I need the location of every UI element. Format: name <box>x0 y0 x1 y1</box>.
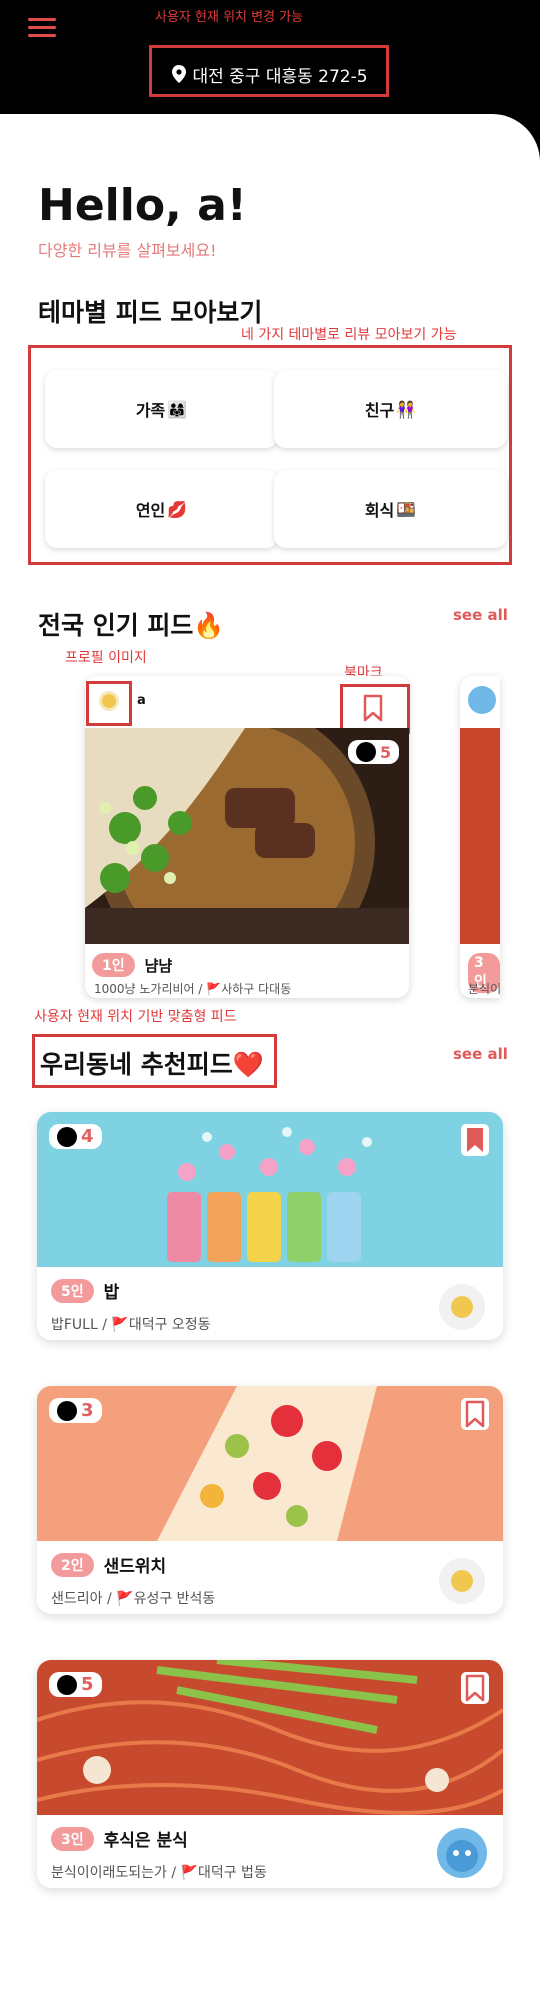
theme-company-dinner[interactable]: 회식 🍱 <box>274 470 507 548</box>
friends-emoji-icon: 👭 <box>396 399 417 419</box>
like-dot-icon <box>57 1674 77 1695</box>
local-card-meta: 분식이이래도되는가 / 🚩대덕구 법동 <box>51 1865 267 1881</box>
people-tag: 2인 <box>51 1552 94 1577</box>
local-card-title: 2인 샌드위치 <box>51 1552 166 1577</box>
popular-section-title: 전국 인기 피드🔥 <box>38 611 225 640</box>
hand-wave-icon <box>451 1296 473 1318</box>
local-feed-card[interactable]: 3 2인 샌드위치 샌드리아 / 🚩유성구 반석동 <box>37 1386 503 1614</box>
author-avatar[interactable] <box>439 1558 485 1604</box>
local-feed-card[interactable]: 4 5인 밥 밥FULL / 🚩대덕구 오정동 <box>37 1112 503 1340</box>
location-text: 대전 중구 대흥동 272-5 <box>192 66 368 87</box>
local-card-meta: 샌드리아 / 🚩유성구 반석동 <box>51 1591 216 1607</box>
local-card-meta: 밥FULL / 🚩대덕구 오정동 <box>51 1317 211 1333</box>
local-like-badge: 4 <box>49 1124 102 1149</box>
food-name: 밥 <box>103 1283 120 1303</box>
lips-emoji-icon: 💋 <box>167 499 188 519</box>
author-avatar[interactable] <box>437 1828 487 1878</box>
theme-annotation: 네 가지 테마별로 리뷰 모아보기 가능 <box>241 327 457 343</box>
people-tag: 1인 <box>92 953 135 977</box>
bookmark-icon <box>465 1400 485 1428</box>
popular-username: a <box>137 693 146 708</box>
people-tag: 5인 <box>51 1278 94 1303</box>
bookmark-icon <box>465 1674 485 1702</box>
profile-avatar[interactable] <box>99 691 119 711</box>
location-selector[interactable]: 대전 중구 대흥동 272-5 <box>156 54 384 94</box>
menu-icon[interactable] <box>28 18 56 38</box>
bookmark-filled-icon <box>467 1128 483 1152</box>
local-feed-annotation: 사용자 현재 위치 기반 맞춤형 피드 <box>34 1009 237 1025</box>
family-emoji-icon: 👨‍👩‍👧 <box>167 399 188 419</box>
popular-card-title: 1인 냠냠 <box>92 953 172 977</box>
popular-feed-card-peek[interactable]: 3인 분식이 <box>460 676 500 998</box>
like-dot-icon <box>356 742 376 762</box>
theme-friends[interactable]: 친구 👭 <box>274 370 507 448</box>
like-count: 4 <box>81 1126 94 1147</box>
peek-food-image <box>460 728 500 944</box>
people-tag: 3인 <box>51 1826 94 1851</box>
like-count: 5 <box>380 742 392 762</box>
theme-family[interactable]: 가족 👨‍👩‍👧 <box>45 370 278 448</box>
popular-like-badge: 5 <box>348 740 400 764</box>
profile-annotation: 프로필 이미지 <box>65 650 147 666</box>
peek-avatar <box>468 686 496 714</box>
greeting-subtitle: 다양한 리뷰를 살펴보세요! <box>38 241 217 260</box>
local-like-badge: 5 <box>49 1672 102 1697</box>
local-card-title: 5인 밥 <box>51 1278 119 1303</box>
like-count: 3 <box>81 1400 94 1421</box>
bookmark-icon[interactable] <box>362 694 384 722</box>
popular-see-all-link[interactable]: see all <box>453 606 508 624</box>
theme-label: 회식 <box>364 501 395 520</box>
theme-label: 가족 <box>135 401 166 420</box>
local-food-image <box>37 1386 503 1541</box>
food-name: 냠냠 <box>144 956 173 975</box>
theme-section-title: 테마별 피드 모아보기 <box>38 298 263 327</box>
author-avatar[interactable] <box>439 1284 485 1330</box>
theme-label: 연인 <box>135 501 166 520</box>
food-name: 후식은 분식 <box>103 1831 188 1851</box>
local-card-title: 3인 후식은 분식 <box>51 1826 188 1851</box>
theme-couple[interactable]: 연인 💋 <box>45 470 278 548</box>
local-like-badge: 3 <box>49 1398 102 1423</box>
like-dot-icon <box>57 1126 77 1147</box>
bookmark-button[interactable] <box>461 1398 489 1430</box>
local-feed-card[interactable]: 5 3인 후식은 분식 분식이이래도되는가 / 🚩대덕구 법동 <box>37 1660 503 1888</box>
location-annotation: 사용자 현재 위치 변경 가능 <box>155 10 304 25</box>
local-food-image <box>37 1660 503 1815</box>
bento-emoji-icon: 🍱 <box>396 499 417 519</box>
location-pin-icon <box>172 65 187 83</box>
hand-wave-icon <box>451 1570 473 1592</box>
like-count: 5 <box>81 1674 94 1695</box>
bookmark-button[interactable] <box>461 1672 489 1704</box>
bookmark-button[interactable] <box>461 1124 489 1156</box>
greeting-title: Hello, a! <box>38 180 247 231</box>
peek-meta: 분식이 <box>468 982 500 996</box>
food-name: 샌드위치 <box>103 1557 167 1577</box>
local-see-all-link[interactable]: see all <box>453 1045 508 1063</box>
blue-character-icon <box>446 1840 478 1872</box>
hand-wave-icon <box>102 694 116 708</box>
local-food-image <box>37 1112 503 1267</box>
popular-card-meta: 1000냥 노가리비어 / 🚩사하구 다대동 <box>94 982 292 996</box>
like-dot-icon <box>57 1400 77 1421</box>
local-section-title: 우리동네 추천피드❤️ <box>40 1050 264 1079</box>
theme-label: 친구 <box>364 401 395 420</box>
